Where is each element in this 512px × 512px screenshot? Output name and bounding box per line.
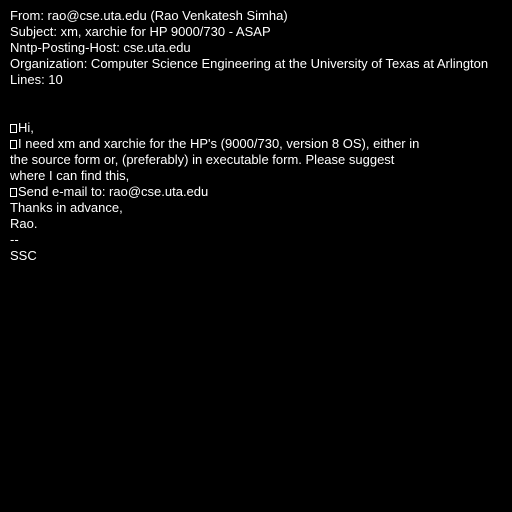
news-article: From: rao@cse.uta.edu (Rao Venkatesh Sim…: [10, 8, 506, 264]
article-body: Hi, I need xm and xarchie for the HP's (…: [10, 120, 506, 264]
signature-separator: --: [10, 232, 19, 247]
request-line-1: I need xm and xarchie for the HP's (9000…: [10, 136, 506, 152]
header-body-gap: [10, 104, 506, 120]
nntp-host-line: Nntp-Posting-Host: cse.uta.edu: [10, 40, 191, 55]
greeting-text: Hi,: [18, 120, 34, 135]
header-body-gap: [10, 88, 506, 104]
lines-count-line: Lines: 10: [10, 72, 63, 87]
subject-line: Subject: xm, xarchie for HP 9000/730 - A…: [10, 24, 271, 39]
send-to-text: Send e-mail to: rao@cse.uta.edu: [18, 184, 209, 199]
send-to-line: Send e-mail to: rao@cse.uta.edu: [10, 184, 506, 200]
request-line-3: where I can find this,: [10, 168, 130, 183]
signature-text: SSC: [10, 248, 37, 263]
thanks-line: Thanks in advance,: [10, 200, 123, 215]
request-text-1: I need xm and xarchie for the HP's (9000…: [18, 136, 420, 151]
greeting-line: Hi,: [10, 120, 506, 136]
tab-glyph-icon: [10, 188, 17, 197]
from-line: From: rao@cse.uta.edu (Rao Venkatesh Sim…: [10, 8, 288, 23]
request-line-2: the source form or, (preferably) in exec…: [10, 152, 395, 167]
article-header: From: rao@cse.uta.edu (Rao Venkatesh Sim…: [10, 8, 506, 88]
tab-glyph-icon: [10, 140, 17, 149]
tab-glyph-icon: [10, 124, 17, 133]
organization-line: Organization: Computer Science Engineeri…: [10, 56, 489, 71]
sign-name-line: Rao.: [10, 216, 38, 231]
